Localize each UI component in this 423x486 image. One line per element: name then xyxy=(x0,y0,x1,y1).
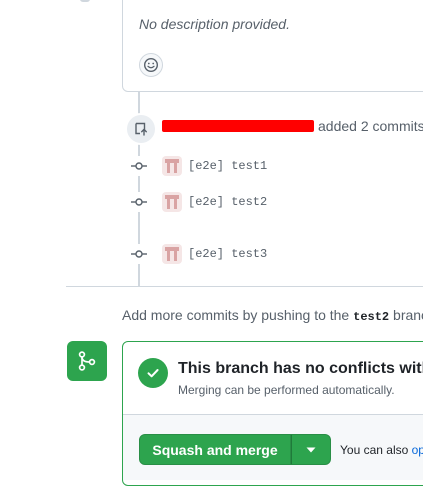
merge-status-title: This branch has no conflicts with t xyxy=(178,360,423,377)
commit-message-link[interactable]: [e2e] test3 xyxy=(188,247,267,261)
merge-status-badge xyxy=(67,341,107,381)
merge-box-divider xyxy=(123,414,423,415)
add-reaction-button[interactable] xyxy=(139,53,163,77)
timeline-connector xyxy=(80,0,90,2)
commit-dot-icon xyxy=(128,244,150,264)
merge-alternatives-text: You can also op xyxy=(340,443,423,457)
repo-push-icon xyxy=(135,122,147,136)
smiley-icon xyxy=(143,57,159,73)
commit-row: [e2e] test1 xyxy=(128,156,267,176)
commit-message-link[interactable]: [e2e] test2 xyxy=(188,195,267,209)
commit-row: [e2e] test2 xyxy=(128,192,267,212)
push-hint-suffix: branc xyxy=(393,307,423,323)
commit-author-avatar[interactable] xyxy=(162,192,182,212)
open-in-link[interactable]: op xyxy=(412,443,423,457)
merge-status-subtitle: Merging can be performed automatically. xyxy=(178,383,395,397)
pr-description-card xyxy=(122,0,423,92)
caret-down-icon xyxy=(306,447,316,452)
redacted-username xyxy=(162,120,314,132)
commits-event-text: added 2 commits xyxy=(318,118,423,134)
squash-and-merge-button[interactable]: Squash and merge xyxy=(139,434,291,465)
pr-description-text: No description provided. xyxy=(139,16,290,32)
merge-method-dropdown-button[interactable] xyxy=(291,434,331,465)
check-circle-icon xyxy=(138,358,168,388)
commit-dot-icon xyxy=(128,192,150,212)
timeline-divider xyxy=(66,286,423,287)
also-prefix: You can also xyxy=(340,443,409,457)
commit-author-avatar[interactable] xyxy=(162,156,182,176)
branch-name: test2 xyxy=(353,310,390,324)
push-hint: Add more commits by pushing to the test2… xyxy=(122,307,423,324)
commit-dot-icon xyxy=(128,156,150,176)
git-merge-icon xyxy=(78,351,96,371)
commit-row: [e2e] test3 xyxy=(128,244,267,264)
commit-message-link[interactable]: [e2e] test1 xyxy=(188,159,267,173)
commit-author-avatar[interactable] xyxy=(162,244,182,264)
push-hint-prefix: Add more commits by pushing to the xyxy=(122,307,350,323)
commits-event-badge xyxy=(125,113,157,145)
